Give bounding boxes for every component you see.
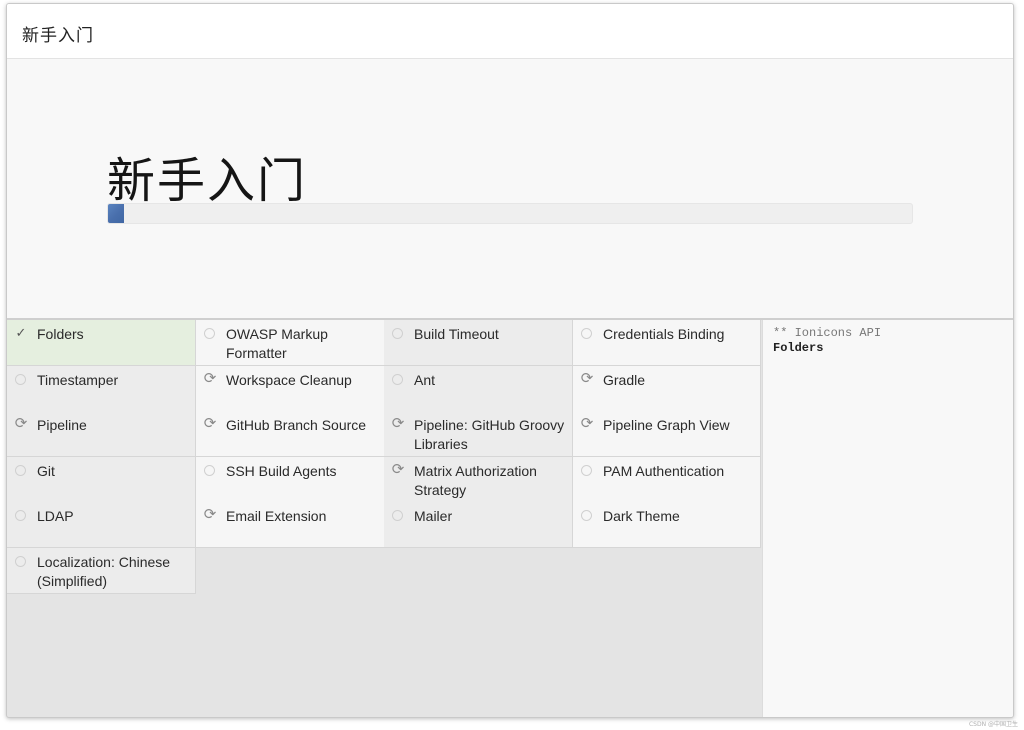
plugin-name: SSH Build Agents xyxy=(226,463,337,479)
install-progress-bar xyxy=(107,203,913,224)
pending-circle-icon xyxy=(581,328,592,339)
pending-circle-icon xyxy=(581,465,592,476)
plugin-name: Folders xyxy=(37,326,84,342)
plugin-name: Ant xyxy=(414,372,436,388)
pending-circle-icon xyxy=(15,510,26,521)
loading-spinner-icon: ⟳ xyxy=(580,370,594,387)
plugin-name: Dark Theme xyxy=(603,508,680,524)
plugin-name: Mailer xyxy=(414,508,453,524)
pending-circle-icon xyxy=(15,465,26,476)
plugin-item: ⟳ GitHub Branch Source xyxy=(196,411,385,457)
plugin-item: Timestamper xyxy=(7,366,196,412)
plugin-item: Ant xyxy=(384,366,573,412)
page-heading: 新手入门 xyxy=(107,155,308,208)
log-line-current: Folders xyxy=(773,341,824,355)
plugin-name: Email Extension xyxy=(226,508,327,524)
plugin-item: ⟳ Workspace Cleanup xyxy=(196,366,385,412)
pending-circle-icon xyxy=(392,328,403,339)
install-log-panel[interactable]: ** Ionicons API Folders xyxy=(762,320,1013,717)
plugin-item: Localization: Chinese (Simplified) xyxy=(7,548,196,594)
watermark: CSDN @中国卫生 xyxy=(968,721,1018,728)
plugin-item: ✓ Folders xyxy=(7,320,196,366)
check-icon: ✓ xyxy=(15,325,27,340)
plugin-name: Git xyxy=(37,463,55,479)
plugin-name: Localization: Chinese (Simplified) xyxy=(37,554,171,589)
plugin-name: Build Timeout xyxy=(414,326,499,342)
plugin-item: Credentials Binding xyxy=(573,320,761,366)
plugin-name: Pipeline Graph View xyxy=(603,417,730,433)
log-line: ** Ionicons API xyxy=(773,326,882,340)
plugin-item: ⟳ Matrix Authorization Strategy xyxy=(384,457,573,503)
plugin-item: SSH Build Agents xyxy=(196,457,385,503)
plugin-item: Mailer xyxy=(384,502,573,548)
plugin-item: Dark Theme xyxy=(573,502,761,548)
pending-circle-icon xyxy=(581,510,592,521)
pending-circle-icon xyxy=(15,556,26,567)
plugin-name: Gradle xyxy=(603,372,646,388)
setup-wizard-window: 新手入门 新手入门 ✓ Folders OWASP Markup Formatter… xyxy=(6,3,1014,718)
install-progress-fill xyxy=(108,204,125,223)
loading-spinner-icon: ⟳ xyxy=(391,415,405,432)
plugin-item: LDAP xyxy=(7,502,196,548)
plugin-item: Build Timeout xyxy=(384,320,573,366)
plugin-name: Matrix Authorization Strategy xyxy=(414,463,537,498)
pending-circle-icon xyxy=(15,374,26,385)
plugin-item: Git xyxy=(7,457,196,503)
plugin-item: OWASP Markup Formatter xyxy=(196,320,385,366)
pending-circle-icon xyxy=(204,465,215,476)
plugin-name: Workspace Cleanup xyxy=(226,372,352,388)
plugin-name: Pipeline xyxy=(37,417,87,433)
pending-circle-icon xyxy=(392,374,403,385)
plugin-item: ⟳ Email Extension xyxy=(196,502,385,548)
plugin-name: Credentials Binding xyxy=(603,326,725,342)
pending-circle-icon xyxy=(392,510,403,521)
plugin-item: PAM Authentication xyxy=(573,457,761,503)
loading-spinner-icon: ⟳ xyxy=(14,415,28,432)
plugin-name: OWASP Markup Formatter xyxy=(226,326,328,361)
title-bar: 新手入门 xyxy=(7,4,1013,59)
plugin-name: GitHub Branch Source xyxy=(226,417,367,433)
plugin-name: PAM Authentication xyxy=(603,463,725,479)
plugin-item: ⟳ Pipeline Graph View xyxy=(573,411,761,457)
plugin-name: Timestamper xyxy=(37,372,119,388)
hero-panel: 新手入门 xyxy=(7,59,1013,320)
loading-spinner-icon: ⟳ xyxy=(203,370,217,387)
pending-circle-icon xyxy=(204,328,215,339)
loading-spinner-icon: ⟳ xyxy=(203,415,217,432)
window-title: 新手入门 xyxy=(22,26,94,45)
loading-spinner-icon: ⟳ xyxy=(580,415,594,432)
plugin-name: LDAP xyxy=(37,508,74,524)
plugin-item: ⟳ Pipeline xyxy=(7,411,196,457)
loading-spinner-icon: ⟳ xyxy=(391,461,405,478)
loading-spinner-icon: ⟳ xyxy=(203,506,217,523)
plugin-item: ⟳ Pipeline: GitHub Groovy Libraries xyxy=(384,411,573,457)
plugin-item: ⟳ Gradle xyxy=(573,366,761,412)
plugin-name: Pipeline: GitHub Groovy Libraries xyxy=(414,417,565,452)
